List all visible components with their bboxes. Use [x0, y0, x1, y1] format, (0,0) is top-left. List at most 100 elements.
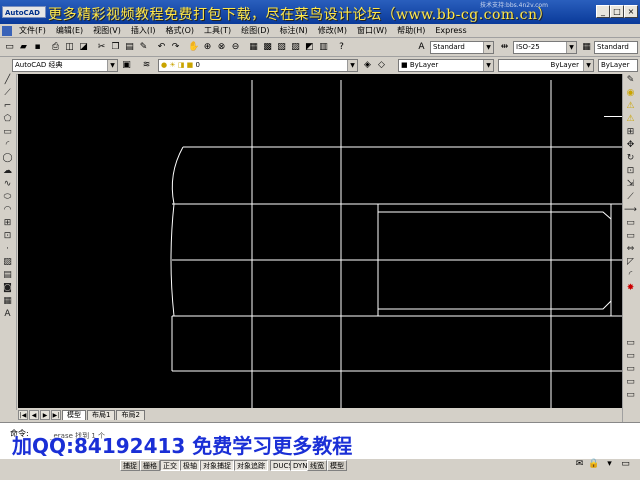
- menu-insert[interactable]: 插入(I): [126, 25, 161, 36]
- osnap-midpoint-icon[interactable]: ▭: [623, 350, 638, 363]
- design-center-icon[interactable]: ▩: [261, 41, 274, 54]
- redo-icon[interactable]: ↷: [169, 41, 182, 54]
- osnap-endpoint-icon[interactable]: ▭: [623, 337, 638, 350]
- menu-edit[interactable]: 编辑(E): [51, 25, 88, 36]
- extend-icon[interactable]: ⟶: [623, 204, 638, 217]
- save-icon[interactable]: ▪: [31, 41, 44, 54]
- polyline-icon[interactable]: ⌐: [0, 100, 15, 113]
- gradient-icon[interactable]: ▤: [0, 269, 15, 282]
- tool-palettes-icon[interactable]: ▧: [275, 41, 288, 54]
- layer-manager-icon[interactable]: ≋: [140, 59, 153, 72]
- layer-select[interactable]: ● ☀ ◨ ■ 0 ▼: [158, 59, 358, 72]
- calculator-icon[interactable]: ▥: [317, 41, 330, 54]
- make-current-layer-icon[interactable]: ◈: [361, 59, 374, 72]
- first-tab-button[interactable]: |◀: [18, 410, 28, 420]
- prev-tab-button[interactable]: ◀: [29, 410, 39, 420]
- lineweight-select[interactable]: ByLayer: [598, 59, 638, 72]
- next-tab-button[interactable]: ▶: [40, 410, 50, 420]
- comm-center-icon[interactable]: ✉: [573, 458, 586, 471]
- osnap-quadrant-icon[interactable]: ▭: [623, 376, 638, 389]
- osnap-settings-icon[interactable]: ▭: [623, 389, 638, 402]
- grid-toggle[interactable]: 栅格: [140, 460, 160, 471]
- minimize-button[interactable]: _: [596, 5, 610, 18]
- scale-icon[interactable]: ⊡: [623, 165, 638, 178]
- osnap-center-icon[interactable]: ▭: [623, 363, 638, 376]
- tab-model[interactable]: 模型: [62, 410, 86, 420]
- text-style-select[interactable]: Standard ▼: [430, 41, 494, 54]
- line-icon[interactable]: ╱: [0, 74, 15, 87]
- layer-previous-icon[interactable]: ◇: [375, 59, 388, 72]
- menu-window[interactable]: 窗口(W): [352, 25, 392, 36]
- spline-icon[interactable]: ∿: [0, 178, 15, 191]
- rectangle-icon[interactable]: ▭: [0, 126, 15, 139]
- dim-style-select[interactable]: ISO-25 ▼: [513, 41, 577, 54]
- undo-icon[interactable]: ↶: [155, 41, 168, 54]
- mirror-icon[interactable]: ⚠: [623, 100, 638, 113]
- insert-block-icon[interactable]: ⊞: [0, 217, 15, 230]
- preview-icon[interactable]: ◫: [63, 41, 76, 54]
- model-toggle[interactable]: 模型: [327, 460, 347, 471]
- document-icon[interactable]: [2, 25, 12, 36]
- workspace-select[interactable]: AutoCAD 经典 ▼: [12, 59, 118, 72]
- menu-file[interactable]: 文件(F): [14, 25, 51, 36]
- ellipse-icon[interactable]: ⬭: [0, 191, 15, 204]
- ortho-toggle[interactable]: 正交: [160, 460, 180, 471]
- table-icon[interactable]: ▦: [0, 295, 15, 308]
- move-icon[interactable]: ✥: [623, 139, 638, 152]
- menu-dimension[interactable]: 标注(N): [275, 25, 313, 36]
- linetype-select[interactable]: ByLayer ▼: [498, 59, 594, 72]
- open-file-icon[interactable]: ▰: [17, 41, 30, 54]
- rotate-icon[interactable]: ↻: [623, 152, 638, 165]
- tab-layout1[interactable]: 布局1: [87, 410, 116, 420]
- osnap-toggle[interactable]: 对象捕捉: [200, 460, 234, 471]
- zoom-previous-icon[interactable]: ⊖: [229, 41, 242, 54]
- circle-icon[interactable]: ◯: [0, 152, 15, 165]
- cut-icon[interactable]: ✂: [95, 41, 108, 54]
- paste-icon[interactable]: ▤: [123, 41, 136, 54]
- lock-icon[interactable]: 🔒: [587, 458, 600, 471]
- otrack-toggle[interactable]: 对象追踪: [234, 460, 268, 471]
- break-icon[interactable]: ▭: [623, 230, 638, 243]
- chamfer-icon[interactable]: ◸: [623, 256, 638, 269]
- print-icon[interactable]: ⎙: [49, 41, 62, 54]
- properties-icon[interactable]: ▦: [247, 41, 260, 54]
- settings-icon[interactable]: ▾: [603, 458, 616, 471]
- menu-modify[interactable]: 修改(M): [313, 25, 352, 36]
- snap-toggle[interactable]: 捕捉: [120, 460, 140, 471]
- stretch-icon[interactable]: ⇲: [623, 178, 638, 191]
- pan-icon[interactable]: ✋: [187, 41, 200, 54]
- menu-express[interactable]: Express: [430, 26, 471, 35]
- array-icon[interactable]: ⊞: [623, 126, 638, 139]
- menu-format[interactable]: 格式(O): [160, 25, 199, 36]
- mtext-icon[interactable]: A: [0, 308, 15, 321]
- trim-icon[interactable]: ⟋: [623, 191, 638, 204]
- close-button[interactable]: ×: [624, 5, 638, 18]
- region-icon[interactable]: ◙: [0, 282, 15, 295]
- make-block-icon[interactable]: ⊡: [0, 230, 15, 243]
- polar-toggle[interactable]: 极轴: [180, 460, 200, 471]
- last-tab-button[interactable]: ▶|: [51, 410, 61, 420]
- maximize-button[interactable]: □: [610, 5, 624, 18]
- menu-draw[interactable]: 绘图(D): [236, 25, 274, 36]
- point-icon[interactable]: ·: [0, 243, 15, 256]
- table-style-select[interactable]: Standard: [594, 41, 638, 54]
- xline-icon[interactable]: ⟋: [0, 87, 15, 100]
- copy-clip-icon[interactable]: ❐: [109, 41, 122, 54]
- publish-icon[interactable]: ◪: [77, 41, 90, 54]
- polygon-icon[interactable]: ⬠: [0, 113, 15, 126]
- arc-icon[interactable]: ◜: [0, 139, 15, 152]
- help-icon[interactable]: ?: [335, 41, 348, 54]
- explode-icon[interactable]: ✸: [623, 282, 638, 295]
- copy-icon[interactable]: ◉: [623, 87, 638, 100]
- zoom-realtime-icon[interactable]: ⊕: [201, 41, 214, 54]
- match-prop-icon[interactable]: ✎: [137, 41, 150, 54]
- revcloud-icon[interactable]: ☁: [0, 165, 15, 178]
- join-icon[interactable]: ⇔: [623, 243, 638, 256]
- tab-layout2[interactable]: 布局2: [116, 410, 145, 420]
- fillet-icon[interactable]: ◜: [623, 269, 638, 282]
- clean-screen-icon[interactable]: ▭: [619, 458, 632, 471]
- zoom-window-icon[interactable]: ⊗: [215, 41, 228, 54]
- ellipse-arc-icon[interactable]: ◠: [0, 204, 15, 217]
- hatch-icon[interactable]: ▨: [0, 256, 15, 269]
- new-file-icon[interactable]: ▭: [3, 41, 16, 54]
